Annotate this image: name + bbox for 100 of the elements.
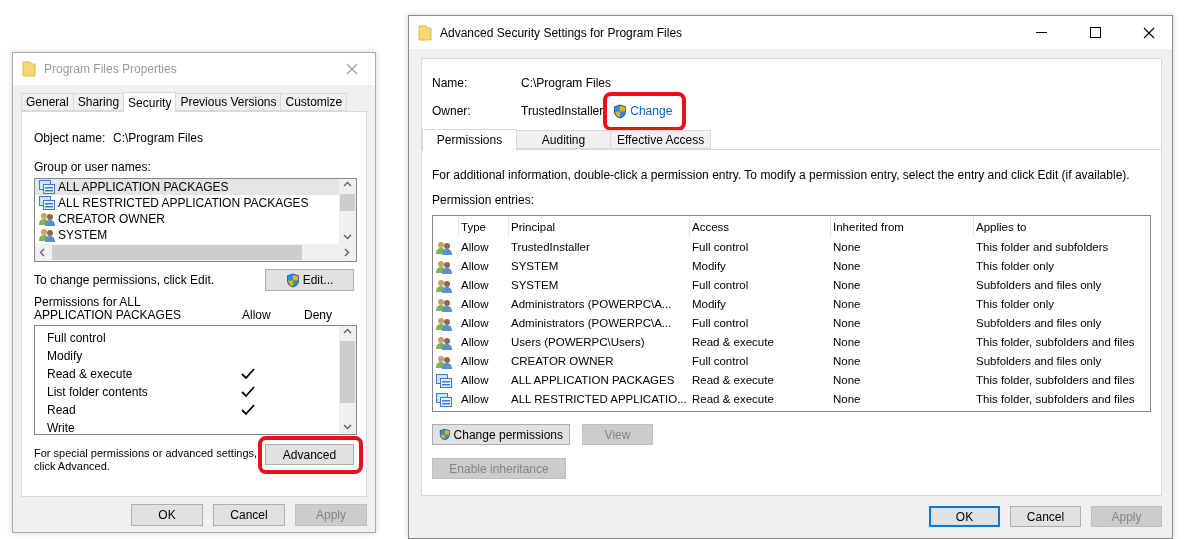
group-item[interactable]: ALL RESTRICTED APPLICATION PACKAGES [35,195,339,211]
vertical-scrollbar[interactable] [339,326,356,434]
table-cell-text: None [832,240,862,255]
edit-button[interactable]: Edit... [265,269,354,291]
permission-name: Write [47,421,76,434]
users-icon [436,259,452,274]
dialog-button[interactable]: OK [929,506,1000,527]
edit-hint: To change permissions, click Edit. [34,273,215,287]
tab[interactable]: Customize [280,93,348,111]
tab[interactable]: Effective Access [610,130,712,149]
column-header[interactable]: Type [461,220,486,234]
table-cell-text: Read & execute [691,373,775,388]
table-cell-text: Allow [460,316,490,331]
tab[interactable]: Auditing [516,130,611,149]
window-title: Program Files Properties [44,62,178,76]
minimize-icon[interactable] [1035,31,1047,34]
scroll-down-icon[interactable] [343,423,352,432]
table-cell-text: This folder, subfolders and files [975,392,1136,407]
table-cell-text: This folder, subfolders and files [975,373,1136,388]
table-cell-text: Read & execute [691,392,775,407]
app-packages-icon [39,180,55,194]
horizontal-scrollbar[interactable] [35,244,356,261]
scroll-down-icon[interactable] [343,233,352,242]
maximize-icon[interactable] [1089,27,1101,38]
permissions-for-label: Permissions for ALL APPLICATION PACKAGES [34,296,182,322]
table-cell-text: This folder only [975,297,1055,312]
scrollbar-thumb[interactable] [340,341,355,403]
column-header[interactable]: Inherited from [833,220,904,234]
app-packages-icon [436,392,452,407]
group-item[interactable]: SYSTEM [35,227,339,243]
section-label: Group or user names: [34,160,151,174]
table-cell-text: Subfolders and files only [975,354,1103,369]
table-cell-text: Read & execute [691,335,775,350]
table-cell-text: Allow [460,297,490,312]
dialog-button[interactable]: OK [131,504,203,526]
name-value: C:\Program Files [521,76,612,90]
change-owner-link[interactable]: Change [613,103,673,119]
vertical-scrollbar[interactable] [339,179,356,244]
table-cell-text: Full control [691,240,750,255]
users-icon [436,354,452,369]
folder-icon [22,61,36,77]
dialog-button[interactable]: Cancel [1010,506,1081,527]
table-cell-text: This folder, subfolders and files [975,335,1136,350]
table-cell-text: Administrators (POWERPC\A... [510,316,673,331]
tab[interactable]: Sharing [72,93,125,111]
table-cell-text: None [832,297,862,312]
tab[interactable]: Previous Versions [175,93,282,111]
permission-name: Read & execute [47,367,134,381]
users-icon [436,335,452,350]
close-icon[interactable] [1143,26,1155,39]
permission-name: Full control [47,331,107,345]
table-cell-text: This folder and subfolders [975,240,1110,255]
table-cell-text: Full control [691,354,750,369]
scrollbar-thumb[interactable] [340,194,355,211]
tab[interactable]: Permissions [422,129,517,150]
table-cell-text: Modify [691,297,727,312]
table-cell-text: Modify [691,259,727,274]
table-cell-text: None [832,373,862,388]
table-cell-text: Full control [691,278,750,293]
tab[interactable]: Security [123,92,177,112]
users-icon [436,316,452,331]
scrollbar-thumb[interactable] [52,245,302,260]
table-cell-text: None [832,278,862,293]
column-header[interactable]: Principal [511,220,556,234]
column-header[interactable]: Applies to [976,220,1027,234]
scroll-right-icon[interactable] [343,248,352,257]
table-cell-text: ALL RESTRICTED APPLICATIO... [510,392,688,407]
tab[interactable]: General [21,93,74,111]
owner-value: TrustedInstaller [521,104,604,118]
table-cell-text: Allow [460,392,490,407]
dialog-button[interactable]: Cancel [213,504,285,526]
table-cell-text: None [832,335,862,350]
table-cell-text: Administrators (POWERPC\A... [510,297,673,312]
advanced-button[interactable]: Advanced [265,444,354,465]
users-icon [39,228,55,242]
app-packages-icon [436,373,452,388]
table-cell-text: Allow [460,335,490,350]
action-button[interactable]: Change permissions [432,424,570,445]
column-header[interactable]: Access [692,220,730,234]
table-cell-text: None [832,392,862,407]
table-cell-text: Allow [460,373,490,388]
users-icon [436,240,452,255]
column-heading: Deny [304,309,333,322]
app-packages-icon [39,196,55,210]
table-cell-text: Subfolders and files only [975,278,1103,293]
users-icon [436,278,452,293]
group-item[interactable]: ALL APPLICATION PACKAGES [35,179,339,195]
users-icon [436,297,452,312]
table-cell-text: TrustedInstaller [510,240,591,255]
table-cell-text: Full control [691,316,750,331]
info-text: For additional information, double-click a permission entry. To modify a permission entry, select the entry and click Edit (if available). [432,168,1130,182]
users-icon [39,212,55,226]
table-cell-text: None [832,316,862,331]
folder-icon [418,24,432,41]
table-cell-text: None [832,259,862,274]
table-cell-text: Allow [460,354,490,369]
group-item[interactable]: CREATOR OWNER [35,211,339,227]
table-cell-text: Allow [460,240,490,255]
table-cell-text: ALL APPLICATION PACKAGES [510,373,676,388]
field-label: Owner: [432,104,472,118]
